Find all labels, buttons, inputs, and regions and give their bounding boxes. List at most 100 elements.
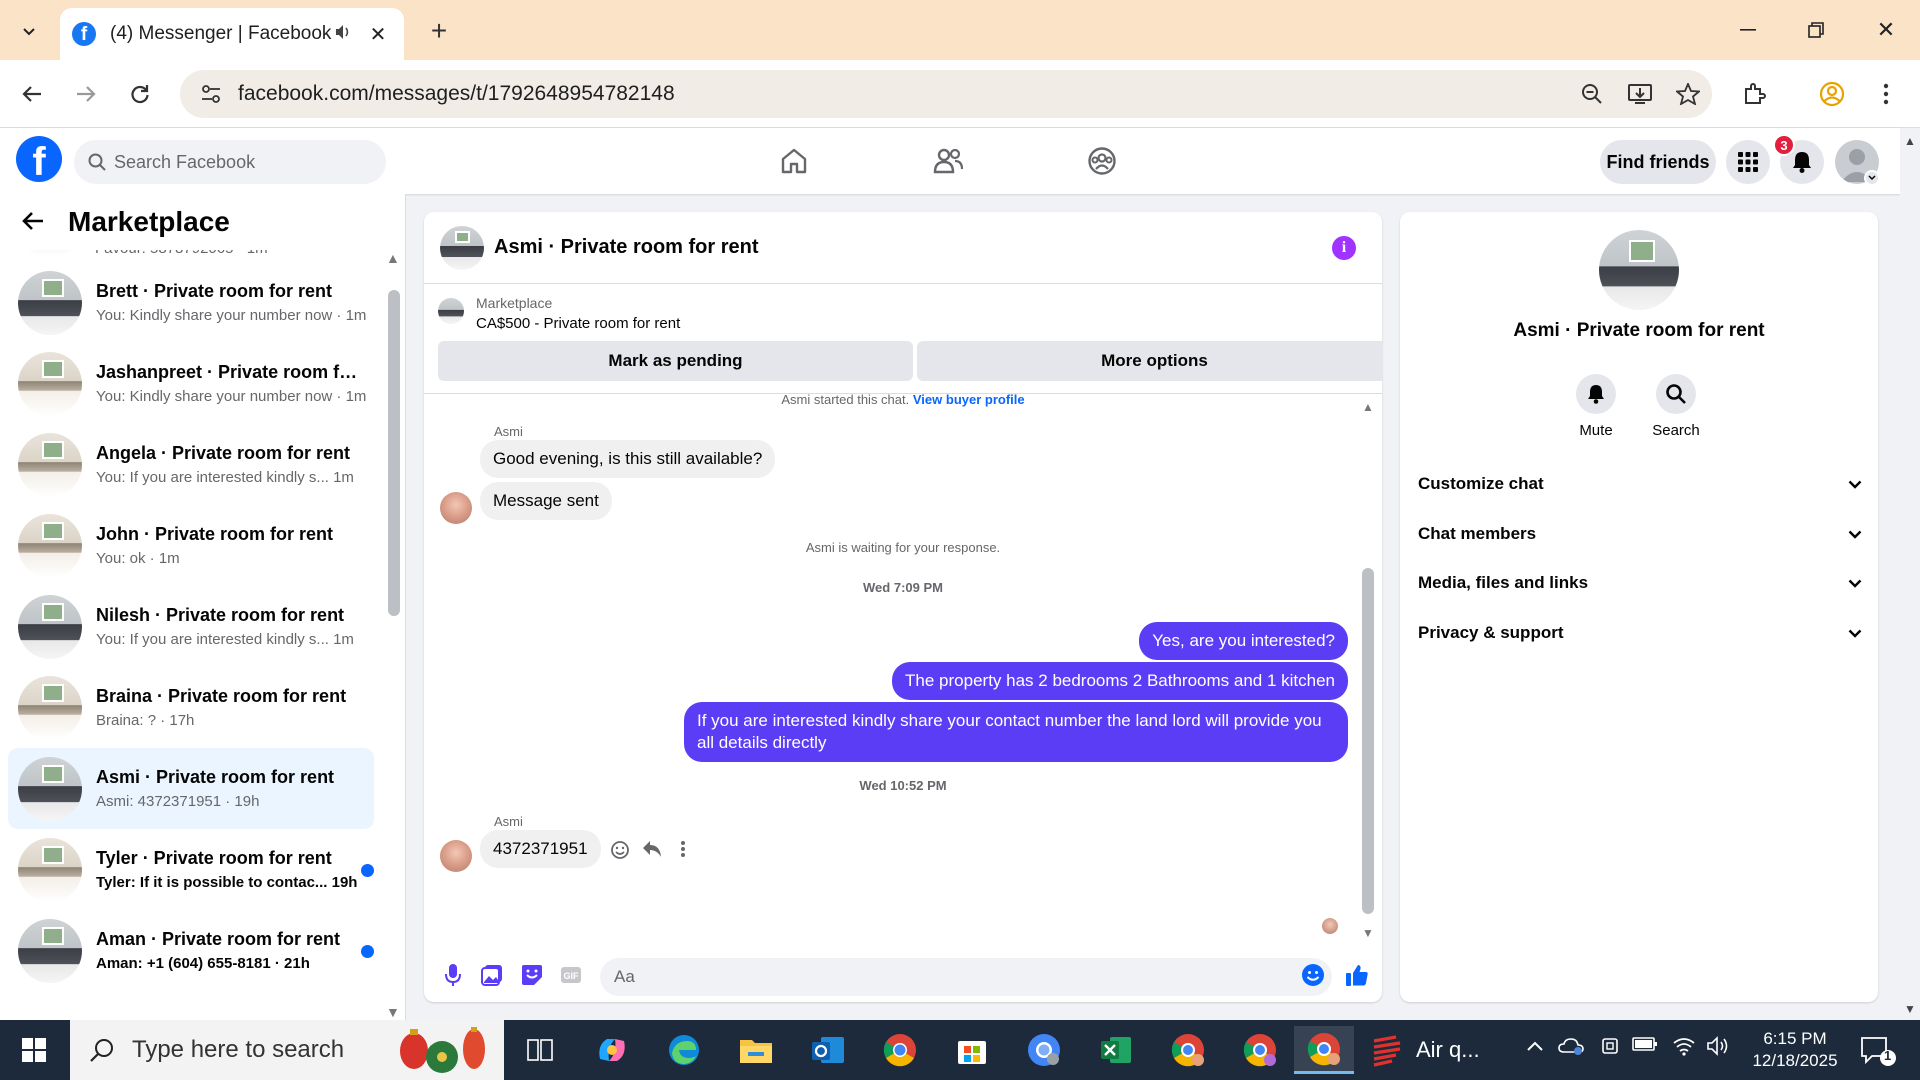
copilot-icon[interactable]	[584, 1026, 640, 1074]
chrome-profile-icon[interactable]	[1016, 1026, 1072, 1074]
sticker-icon[interactable]	[517, 960, 547, 990]
photo-gallery-icon[interactable]	[477, 960, 507, 990]
outgoing-message[interactable]: Yes, are you interested?	[1139, 622, 1348, 660]
chat-row-aman[interactable]: Aman · Private room for rent Aman: +1 (60…	[8, 910, 374, 991]
details-listing-thumbnail[interactable]	[1599, 230, 1679, 310]
file-explorer-icon[interactable]	[728, 1026, 784, 1074]
tab-search-chevron-icon[interactable]	[12, 14, 46, 48]
reload-icon[interactable]	[120, 74, 160, 114]
new-tab-icon[interactable]: +	[422, 14, 456, 48]
task-view-icon[interactable]	[512, 1026, 568, 1074]
taskbar-search-input[interactable]	[132, 1036, 392, 1064]
outlook-icon[interactable]	[800, 1026, 856, 1074]
friends-icon[interactable]	[918, 136, 978, 186]
minimize-icon[interactable]	[1718, 8, 1778, 52]
chat-row-john[interactable]: John · Private room for rent You: ok · 1m	[8, 505, 374, 586]
chrome-icon[interactable]	[872, 1026, 928, 1074]
site-settings-icon[interactable]	[198, 81, 224, 107]
customize-chat-row[interactable]: Customize chat	[1418, 462, 1862, 506]
sender-avatar[interactable]	[440, 840, 472, 872]
chat-row-nilesh[interactable]: Nilesh · Private room for rent You: If yo…	[8, 586, 374, 667]
chat-list-scrollbar[interactable]: ▲ ▼	[386, 250, 402, 1020]
home-icon[interactable]	[764, 136, 824, 186]
restore-icon[interactable]	[1786, 8, 1846, 52]
incoming-message[interactable]: Message sent	[480, 482, 612, 520]
onedrive-icon[interactable]	[1558, 1036, 1584, 1061]
info-icon[interactable]: i	[1332, 236, 1356, 260]
back-icon[interactable]	[12, 74, 52, 114]
chat-row-brett[interactable]: Brett · Private room for rent You: Kindly…	[8, 262, 374, 343]
profile-icon[interactable]	[1808, 70, 1856, 118]
wifi-icon[interactable]	[1672, 1036, 1696, 1061]
microsoft-store-icon[interactable]	[944, 1026, 1000, 1074]
message-input[interactable]	[614, 967, 1264, 987]
system-clock[interactable]: 6:15 PM 12/18/2025	[1740, 1028, 1850, 1072]
listing-title[interactable]: CA$500 - Private room for rent	[476, 315, 680, 332]
facebook-search-input[interactable]	[114, 151, 364, 173]
scroll-down-arrow-icon[interactable]: ▼	[1904, 1002, 1916, 1016]
scroll-up-arrow-icon[interactable]: ▲	[1904, 134, 1916, 148]
excel-icon[interactable]	[1088, 1026, 1144, 1074]
menu-grid-icon[interactable]	[1726, 140, 1770, 184]
close-tab-icon[interactable]: ✕	[364, 22, 392, 47]
scroll-up-arrow-icon[interactable]: ▲	[1362, 400, 1374, 414]
chrome-profile-icon[interactable]	[1160, 1026, 1216, 1074]
chrome-active-window-icon[interactable]	[1294, 1026, 1354, 1074]
chat-row-jashanpreet[interactable]: Jashanpreet · Private room for r... You: …	[8, 343, 374, 424]
battery-icon[interactable]	[1632, 1036, 1658, 1057]
page-scrollbar[interactable]: ▲ ▼	[1900, 128, 1920, 1020]
conversation-scrollbar[interactable]: ▲ ▼	[1362, 400, 1374, 940]
chrome-profile-icon[interactable]	[1232, 1026, 1288, 1074]
reply-icon[interactable]	[642, 840, 662, 863]
media-files-links-row[interactable]: Media, files and links	[1418, 561, 1862, 605]
facebook-logo-icon[interactable]: f	[16, 136, 62, 182]
chrome-menu-icon[interactable]	[1862, 70, 1910, 118]
bookmark-star-icon[interactable]	[1664, 70, 1712, 118]
conversation-listing-thumbnail[interactable]	[440, 225, 484, 270]
react-emoji-icon[interactable]	[610, 840, 630, 865]
chat-row-braina[interactable]: Braina · Private room for rent Braina: ? …	[8, 667, 374, 748]
incoming-message[interactable]: Good evening, is this still available?	[480, 440, 776, 478]
edge-icon[interactable]	[656, 1026, 712, 1074]
weather-widget[interactable]: Air q...	[1370, 1026, 1510, 1074]
find-friends-button[interactable]: Find friends	[1600, 140, 1716, 184]
search-in-conversation-button[interactable]: Search	[1636, 374, 1716, 439]
incoming-message[interactable]: 4372371951	[480, 830, 601, 868]
chat-row-tyler[interactable]: Tyler · Private room for rent Tyler: If i…	[8, 829, 374, 910]
account-chevron-icon[interactable]	[1864, 170, 1880, 186]
chat-row-asmi[interactable]: Asmi · Private room for rent Asmi: 437237…	[8, 748, 374, 829]
scrollbar-thumb[interactable]	[1362, 568, 1374, 914]
windows-start-icon[interactable]	[0, 1020, 68, 1080]
show-hidden-icons-icon[interactable]	[1526, 1036, 1544, 1057]
message-input-box[interactable]	[600, 958, 1332, 996]
meet-now-icon[interactable]	[1600, 1036, 1620, 1061]
scroll-down-arrow-icon[interactable]: ▼	[386, 1004, 400, 1020]
address-bar[interactable]: facebook.com/messages/t/1792648954782148	[180, 70, 1712, 118]
privacy-support-row[interactable]: Privacy & support	[1418, 611, 1862, 655]
emoji-icon[interactable]	[1298, 960, 1328, 990]
action-center-icon[interactable]: 1	[1858, 1034, 1898, 1066]
chat-row-angela[interactable]: Angela · Private room for rent You: If yo…	[8, 424, 374, 505]
back-arrow-icon[interactable]	[22, 206, 52, 238]
groups-icon[interactable]	[1072, 136, 1132, 186]
forward-icon[interactable]	[66, 74, 106, 114]
more-actions-icon[interactable]	[680, 840, 686, 863]
conversation-title[interactable]: Asmi · Private room for rent	[494, 236, 759, 259]
thumbs-up-icon[interactable]	[1342, 960, 1372, 990]
more-options-button[interactable]: More options	[917, 341, 1382, 381]
speaker-icon[interactable]	[332, 24, 354, 45]
chat-members-row[interactable]: Chat members	[1418, 512, 1862, 556]
microphone-icon[interactable]	[438, 960, 468, 990]
scrollbar-thumb[interactable]	[388, 290, 400, 616]
scroll-down-arrow-icon[interactable]: ▼	[1362, 926, 1374, 940]
scroll-up-arrow-icon[interactable]: ▲	[386, 250, 400, 266]
facebook-search[interactable]	[74, 140, 386, 184]
browser-tab-active[interactable]: f (4) Messenger | Facebook ✕	[60, 8, 404, 60]
mute-button[interactable]: Mute	[1556, 374, 1636, 439]
mark-as-pending-button[interactable]: Mark as pending	[438, 341, 913, 381]
sender-avatar[interactable]	[440, 492, 472, 524]
url-text[interactable]: facebook.com/messages/t/1792648954782148	[238, 82, 1568, 106]
install-app-icon[interactable]	[1616, 70, 1664, 118]
outgoing-message[interactable]: If you are interested kindly share your …	[684, 702, 1348, 762]
taskbar-search[interactable]	[70, 1020, 504, 1080]
